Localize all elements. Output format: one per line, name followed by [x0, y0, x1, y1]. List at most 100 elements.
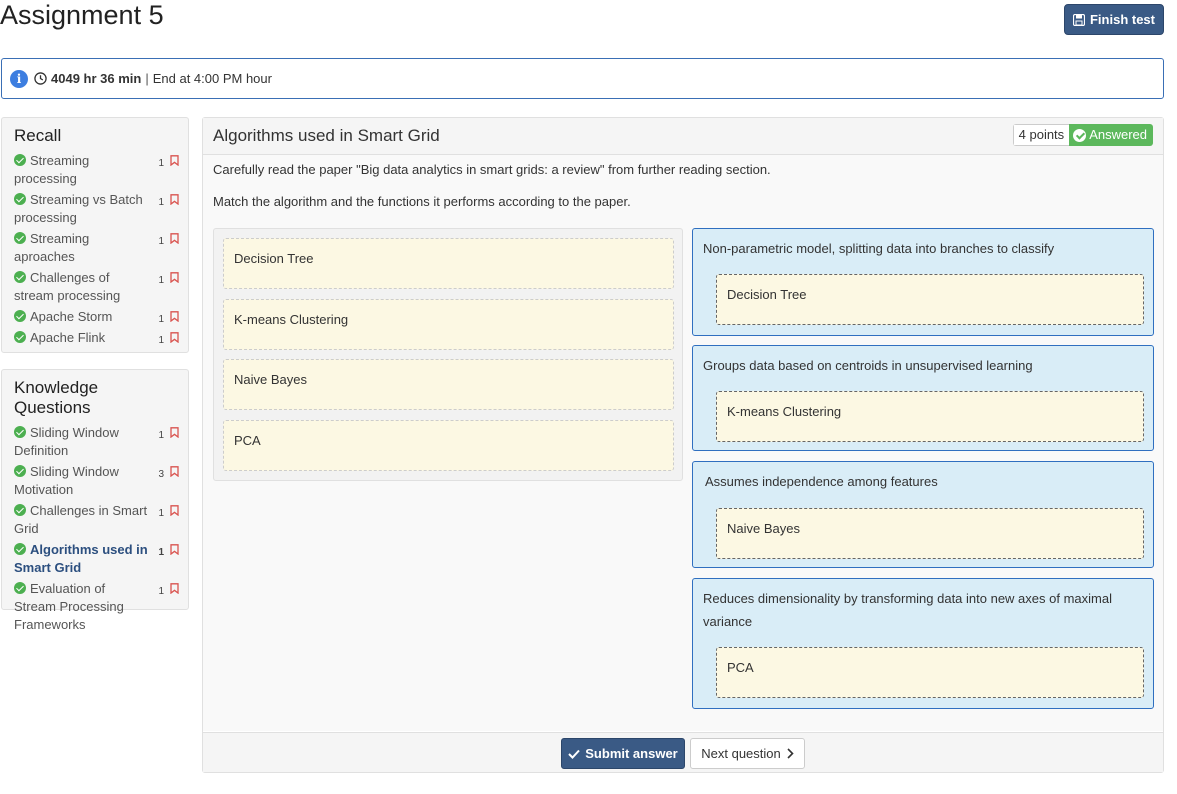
save-icon [1072, 13, 1085, 26]
match-target: Assumes independence among features Naiv… [692, 461, 1154, 568]
target-description: Groups data based on centroids in unsupe… [703, 358, 1033, 373]
bookmark-icon[interactable] [170, 272, 179, 283]
sidebar-item[interactable]: Challenges of stream processing 1 [2, 269, 188, 305]
draggable-option[interactable]: Naive Bayes [223, 359, 674, 410]
item-count: 1 [158, 236, 164, 247]
page-title: Assignment 5 [0, 0, 164, 30]
bookmark-icon[interactable] [170, 544, 179, 555]
time-remaining: 4049 hr 36 min [51, 71, 142, 86]
bookmark-icon[interactable] [170, 233, 179, 244]
points-badge: 4 points Answered [1012, 124, 1153, 146]
bookmark-icon[interactable] [170, 427, 179, 438]
check-circle-icon [14, 582, 26, 594]
sidebar-item-label: Evaluation of Stream Processing Framewor… [14, 581, 124, 632]
question-panel: Algorithms used in Smart Grid 4 points A… [202, 117, 1164, 773]
points-value: 4 points [1012, 124, 1070, 146]
sidebar-item-label: Streaming vs Batch processing [14, 192, 143, 225]
item-count: 1 [158, 508, 164, 519]
end-time: End at 4:00 PM hour [152, 71, 272, 86]
sidebar-item[interactable]: Sliding Window Motivation 3 [2, 463, 188, 499]
item-count: 1 [158, 586, 164, 597]
sidebar-item[interactable]: Streaming vs Batch processing 1 [2, 191, 188, 227]
check-circle-icon [14, 271, 26, 283]
bookmark-icon[interactable] [170, 155, 179, 166]
match-target: Reduces dimensionality by transforming d… [692, 578, 1154, 709]
question-body: Carefully read the paper "Big data analy… [203, 155, 1163, 731]
target-description: Non-parametric model, splitting data int… [703, 241, 1055, 256]
check-circle-icon [14, 232, 26, 244]
clock-icon [34, 72, 47, 85]
draggable-option[interactable]: PCA [223, 420, 674, 471]
finish-test-button[interactable]: Finish test [1064, 4, 1164, 35]
drop-zone[interactable]: PCA [716, 647, 1144, 698]
instruction-text: Carefully read the paper "Big data analy… [213, 162, 771, 177]
sidebar-item[interactable]: Apache Flink 1 [2, 329, 188, 347]
timer-separator: | [145, 71, 149, 86]
sidebar-item[interactable]: Sliding Window Definition 1 [2, 424, 188, 460]
check-circle-icon [14, 465, 26, 477]
sidebar-item[interactable]: Challenges in Smart Grid 1 [2, 502, 188, 538]
check-icon [568, 749, 580, 759]
item-count: 1 [158, 197, 164, 208]
item-count: 1 [158, 314, 164, 325]
sidebar-item-label: Algorithms used in Smart Grid [14, 542, 148, 575]
check-circle-icon [14, 154, 26, 166]
chevron-right-icon [787, 748, 794, 759]
sidebar-item-label: Apache Flink [30, 330, 106, 345]
question-title: Algorithms used in Smart Grid [213, 126, 440, 145]
next-question-button[interactable]: Next question [690, 738, 805, 769]
submit-answer-label: Submit answer [585, 746, 678, 761]
next-question-label: Next question [701, 746, 781, 761]
question-header: Algorithms used in Smart Grid 4 points A… [203, 118, 1163, 155]
draggable-option[interactable]: Decision Tree [223, 238, 674, 289]
options-pool: Decision Tree K-means Clustering Naive B… [213, 228, 683, 481]
answered-label: Answered [1089, 127, 1147, 142]
sidebar-item-label: Sliding Window Motivation [14, 464, 119, 497]
sidebar-knowledge-panel: Knowledge Questions Sliding Window Defin… [1, 369, 189, 632]
question-footer: Submit answer Next question [203, 732, 1163, 772]
bookmark-icon[interactable] [170, 311, 179, 322]
finish-test-label: Finish test [1089, 12, 1155, 27]
bookmark-icon[interactable] [170, 466, 179, 477]
bookmark-icon[interactable] [170, 332, 179, 343]
check-circle-icon [14, 504, 26, 516]
match-target: Groups data based on centroids in unsupe… [692, 345, 1154, 451]
item-count: 1 [158, 335, 164, 346]
timer-bar: i 4049 hr 36 min | End at 4:00 PM hour [1, 58, 1164, 99]
sidebar-item[interactable]: Streaming processing 1 [2, 152, 188, 188]
check-circle-icon [14, 543, 26, 555]
drop-zone[interactable]: K-means Clustering [716, 391, 1144, 442]
item-count: 1 [158, 430, 164, 441]
check-circle-icon [14, 331, 26, 343]
info-icon: i [10, 69, 28, 88]
sidebar-item[interactable]: Algorithms used in Smart Grid 1 [2, 541, 188, 577]
check-circle-icon [14, 426, 26, 438]
item-count: 3 [158, 469, 164, 480]
sidebar-item-label: Sliding Window Definition [14, 425, 119, 458]
sidebar-item-label: Challenges of stream processing [14, 270, 121, 303]
target-description: Assumes independence among features [705, 474, 938, 489]
bookmark-icon[interactable] [170, 194, 179, 205]
check-circle-icon [14, 193, 26, 205]
item-count: 1 [158, 275, 164, 286]
submit-answer-button[interactable]: Submit answer [561, 738, 685, 769]
answered-badge: Answered [1069, 124, 1153, 146]
item-count: 1 [158, 158, 164, 169]
sidebar-recall-panel: Recall Streaming processing 1 Streaming vs… [1, 117, 189, 353]
sidebar-section-title: Knowledge Questions [14, 378, 99, 417]
sidebar-item[interactable]: Streaming aproaches 1 [2, 230, 188, 266]
drop-zone[interactable]: Naive Bayes [716, 508, 1144, 559]
sidebar-section-title: Recall [14, 126, 62, 145]
sidebar-item[interactable]: Evaluation of Stream Processing Framewor… [2, 580, 188, 634]
sidebar-item-label: Challenges in Smart Grid [14, 503, 148, 536]
match-target: Non-parametric model, splitting data int… [692, 228, 1154, 336]
instruction-text: Match the algorithm and the functions it… [213, 194, 631, 209]
bookmark-icon[interactable] [170, 583, 179, 594]
drop-zone[interactable]: Decision Tree [716, 274, 1144, 325]
sidebar-item[interactable]: Apache Storm 1 [2, 308, 188, 326]
item-count: 1 [158, 547, 164, 558]
check-circle-icon [14, 310, 26, 322]
sidebar-item-label: Apache Storm [30, 309, 113, 324]
bookmark-icon[interactable] [170, 505, 179, 516]
draggable-option[interactable]: K-means Clustering [223, 299, 674, 350]
